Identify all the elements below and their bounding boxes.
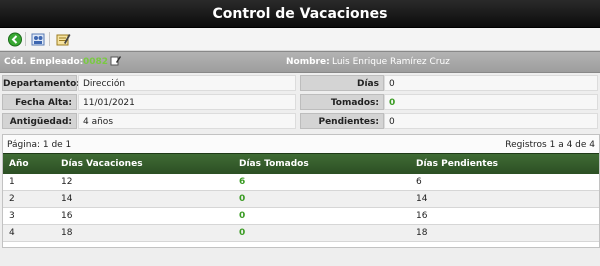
edit-code-icon[interactable] — [110, 55, 121, 69]
back-arrow-icon — [8, 32, 22, 47]
departamento-row: Departamento: Dirección — [2, 75, 296, 92]
column-header-ano[interactable]: Año — [9, 159, 29, 169]
cell-ano: 3 — [9, 211, 15, 221]
cell-dias-tomados: 0 — [239, 211, 246, 221]
cell-dias-vacaciones: 18 — [61, 228, 73, 238]
fecha-alta-label: Fecha Alta: — [2, 94, 77, 110]
antiguedad-value: 4 años — [78, 113, 296, 129]
grid-header: Año Días Vacaciones Días Tomados Días Pe… — [3, 153, 599, 174]
departamento-label: Departamento: — [2, 75, 80, 91]
table-row[interactable]: 4 18 0 18 — [3, 225, 599, 242]
records-indicator: Registros 1 a 4 de 4 — [505, 140, 595, 150]
table-row[interactable]: 3 16 0 16 — [3, 208, 599, 225]
cell-dias-vacaciones: 16 — [61, 211, 73, 221]
page-indicator: Página: 1 de 1 — [7, 140, 72, 150]
cell-dias-vacaciones: 14 — [61, 194, 73, 204]
toolbar-separator — [49, 32, 50, 46]
edit-document-icon — [56, 34, 71, 46]
dias-personales-row: Días Personales: 0 — [300, 75, 598, 105]
cell-dias-pendientes: 18 — [416, 228, 428, 238]
employee-name-label: Nombre: — [286, 57, 330, 67]
pendientes-label: Pendientes: — [300, 113, 384, 129]
dias-personales-value: 0 — [384, 75, 598, 91]
cell-dias-vacaciones: 12 — [61, 177, 73, 187]
cell-dias-tomados: 0 — [239, 228, 246, 238]
dias-personales-label: Días Personales: — [300, 75, 384, 105]
cell-ano: 4 — [9, 228, 15, 238]
cell-dias-tomados: 6 — [239, 177, 246, 187]
table-row[interactable]: 2 14 0 14 — [3, 191, 599, 208]
window-title: Control de Vacaciones — [212, 6, 388, 22]
toolbar-separator — [25, 32, 26, 46]
cell-ano: 2 — [9, 194, 15, 204]
column-header-dias-pendientes[interactable]: Días Pendientes — [416, 159, 498, 169]
table-row[interactable]: 1 12 6 6 — [3, 174, 599, 191]
vacation-grid: Página: 1 de 1 Registros 1 a 4 de 4 Año … — [2, 134, 600, 248]
cell-dias-pendientes: 14 — [416, 194, 428, 204]
toolbar — [0, 28, 600, 51]
cell-dias-tomados: 0 — [239, 194, 246, 204]
users-button[interactable] — [29, 31, 47, 48]
fecha-alta-row: Fecha Alta: 11/01/2021 — [2, 94, 296, 111]
title-bar: Control de Vacaciones — [0, 0, 600, 28]
cell-dias-pendientes: 16 — [416, 211, 428, 221]
cell-dias-pendientes: 6 — [416, 177, 422, 187]
pendientes-row: Pendientes: 0 — [300, 113, 598, 130]
employee-name-value: Luis Enrique Ramírez Cruz — [332, 57, 450, 67]
pager: Página: 1 de 1 Registros 1 a 4 de 4 — [3, 135, 599, 153]
fecha-alta-value: 11/01/2021 — [78, 94, 296, 110]
employee-bar: Cód. Empleado: 0082 Nombre: Luis Enrique… — [0, 51, 600, 73]
cell-ano: 1 — [9, 177, 15, 187]
tomados-value: 0 — [384, 94, 598, 110]
edit-button[interactable] — [54, 31, 72, 48]
employee-code-label: Cód. Empleado: — [4, 57, 84, 67]
antiguedad-row: Antigüedad: 4 años — [2, 113, 296, 130]
tomados-label: Tomados: — [300, 94, 384, 110]
column-header-dias-tomados[interactable]: Días Tomados — [239, 159, 309, 169]
back-button[interactable] — [6, 31, 24, 48]
tomados-row: Tomados: 0 — [300, 94, 598, 111]
pendientes-value: 0 — [384, 113, 598, 129]
users-icon — [31, 33, 45, 46]
employee-code-value: 0082 — [83, 57, 109, 67]
column-header-dias-vacaciones[interactable]: Días Vacaciones — [61, 159, 143, 169]
antiguedad-label: Antigüedad: — [2, 113, 77, 129]
departamento-value: Dirección — [78, 75, 296, 91]
